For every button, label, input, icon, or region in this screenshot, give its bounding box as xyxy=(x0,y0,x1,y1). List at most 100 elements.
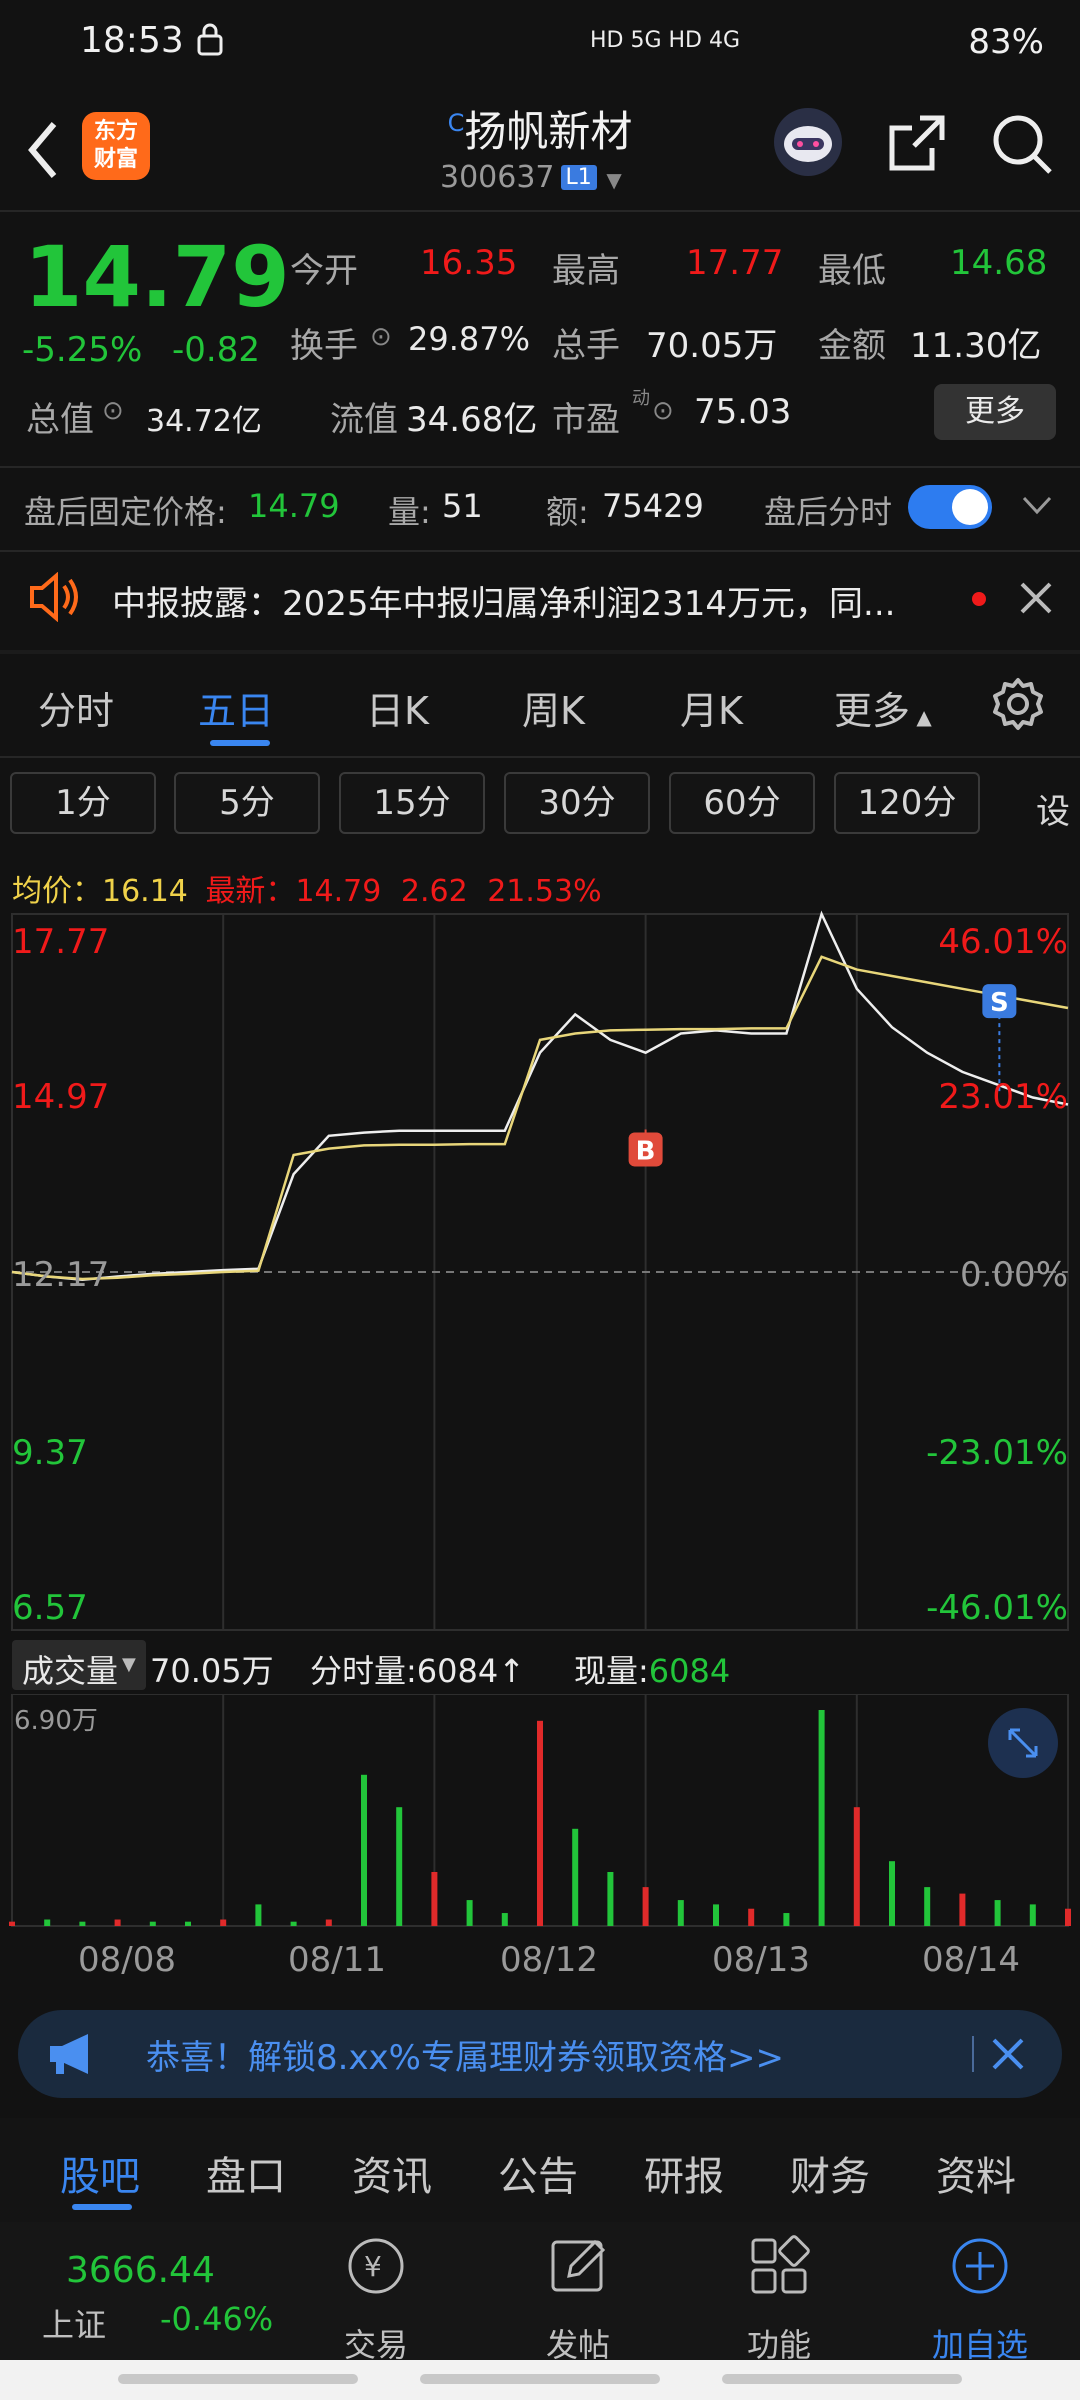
info-icon[interactable]: ⊙ xyxy=(102,396,124,426)
float-label: 流值 xyxy=(330,400,398,440)
open-label: 今开 xyxy=(290,251,358,291)
divider xyxy=(0,756,1080,758)
five-day-price-chart[interactable]: BS xyxy=(0,910,1080,1640)
tab-research[interactable]: 研报 xyxy=(644,2144,724,2202)
x-tick: 08/13 xyxy=(712,1940,810,1980)
active-tab-indicator xyxy=(72,2204,132,2210)
period-5min-button[interactable]: 5分 xyxy=(174,772,320,834)
volume-bar xyxy=(889,1861,895,1926)
period-120min-button[interactable]: 120分 xyxy=(834,772,980,834)
functions-grid-icon[interactable] xyxy=(745,2232,813,2304)
after-hours-price-label: 盘后固定价格: xyxy=(24,493,227,531)
tab-financials[interactable]: 财务 xyxy=(790,2144,870,2202)
period-30min-button[interactable]: 30分 xyxy=(504,772,650,834)
robot-assistant-icon[interactable] xyxy=(770,104,846,184)
mktcap-value: 34.72亿 xyxy=(146,404,262,439)
tab-announcements[interactable]: 公告 xyxy=(498,2144,578,2202)
tab-weekly-k[interactable]: 周K xyxy=(522,680,585,735)
index-name[interactable]: 上证 xyxy=(42,2300,106,2346)
tab-more[interactable]: 更多 ▲ xyxy=(834,680,932,735)
volume-bar xyxy=(290,1921,297,1926)
tab-intraday[interactable]: 分时 xyxy=(38,680,114,735)
stock-code[interactable]: 300637 L1 ▼ xyxy=(440,160,622,195)
period-15min-button[interactable]: 15分 xyxy=(339,772,485,834)
tab-daily-k[interactable]: 日K xyxy=(366,680,429,735)
tick-volume: 分时量:6084↑ xyxy=(310,1652,526,1690)
status-bar: 18:53 HD 5G HD 4G 83% xyxy=(0,0,1080,90)
info-icon[interactable]: ⊙ xyxy=(652,396,674,426)
pe-label: 市盈 xyxy=(552,400,620,440)
pe-superscript: 动 xyxy=(632,388,650,409)
chevron-down-icon: ▼ xyxy=(122,1654,136,1675)
volume-bar xyxy=(924,1887,931,1926)
trade-marker-label: B xyxy=(636,1136,656,1166)
x-tick: 08/08 xyxy=(78,1940,176,1980)
level-badge: L1 xyxy=(560,165,597,190)
post-edit-icon[interactable] xyxy=(545,2232,613,2304)
nav-pill[interactable] xyxy=(118,2374,358,2384)
volume-chart[interactable] xyxy=(0,1694,1080,1934)
volume-bar xyxy=(572,1828,579,1926)
y-left-tick: 14.97 xyxy=(12,1077,110,1117)
tab-profile[interactable]: 资料 xyxy=(936,2144,1016,2202)
fullscreen-icon[interactable] xyxy=(988,1708,1058,1778)
share-icon[interactable] xyxy=(886,112,948,178)
tab-monthly-k[interactable]: 月K xyxy=(680,680,743,735)
network-indicators: HD 5G HD 4G xyxy=(590,28,741,53)
volume-label: 总手 xyxy=(552,326,620,366)
chevron-down-icon[interactable] xyxy=(1020,490,1054,524)
divider xyxy=(0,210,1080,212)
tab-news[interactable]: 资讯 xyxy=(352,2144,432,2202)
volume-bar xyxy=(818,1710,825,1926)
volume-bar xyxy=(325,1919,332,1926)
x-tick: 08/11 xyxy=(288,1940,386,1980)
active-tab-indicator xyxy=(210,740,270,746)
promo-text[interactable]: 恭喜！解锁8.xx%专属理财券领取资格>> xyxy=(146,2030,784,2079)
tab-five-day[interactable]: 五日 xyxy=(198,680,274,735)
nav-pill[interactable] xyxy=(722,2374,962,2384)
stock-marker: C xyxy=(447,109,465,137)
settings-gear-icon[interactable] xyxy=(990,676,1046,736)
nav-pill[interactable] xyxy=(420,2374,660,2384)
volume-indicator-select[interactable]: 成交量 ▼ xyxy=(12,1640,146,1690)
period-60min-button[interactable]: 60分 xyxy=(669,772,815,834)
close-icon[interactable] xyxy=(990,2036,1026,2076)
volume-bar xyxy=(713,1904,719,1926)
volume-bar xyxy=(9,1921,15,1926)
trade-icon[interactable]: ¥ xyxy=(342,2232,410,2304)
volume-bar xyxy=(149,1921,156,1926)
more-button[interactable]: 更多 xyxy=(934,384,1056,440)
close-icon[interactable] xyxy=(1018,580,1054,620)
volume-bar xyxy=(466,1900,473,1926)
tab-forum[interactable]: 股吧 xyxy=(60,2144,140,2202)
x-tick: 08/14 xyxy=(922,1940,1020,1980)
tab-order-book[interactable]: 盘口 xyxy=(206,2144,286,2202)
volume-bar xyxy=(396,1807,403,1926)
info-icon[interactable]: ⊙ xyxy=(370,322,392,352)
y-right-tick: 0.00% xyxy=(959,1255,1068,1295)
period-1min-button[interactable]: 1分 xyxy=(10,772,156,834)
volume-bar xyxy=(607,1872,614,1926)
volume-bar xyxy=(783,1913,790,1926)
turnover-label: 换手 xyxy=(290,326,358,366)
trade-marker-label: S xyxy=(990,988,1009,1018)
after-hours-toggle[interactable] xyxy=(908,485,992,529)
index-value[interactable]: 3666.44 xyxy=(66,2250,215,2291)
divider xyxy=(972,2036,974,2072)
period-settings-button[interactable]: 设 xyxy=(1036,784,1070,833)
divider xyxy=(0,550,1080,552)
chart-info: 均价：16.14 最新：14.79 2.62 21.53% xyxy=(12,874,602,909)
volume-bar xyxy=(501,1913,508,1926)
volume-value: 70.05万 xyxy=(646,326,778,366)
search-icon[interactable] xyxy=(990,112,1054,180)
volume-bar xyxy=(220,1919,227,1926)
add-watchlist-icon[interactable] xyxy=(946,2232,1014,2304)
after-hours-price: 14.79 xyxy=(248,487,340,525)
battery-level: 83% xyxy=(968,22,1044,62)
volume-bar xyxy=(1029,1904,1036,1926)
y-right-tick: -23.01% xyxy=(926,1433,1068,1473)
after-hours-amt-label: 额: xyxy=(546,493,589,531)
y-left-tick: 17.77 xyxy=(12,922,110,962)
notice-text[interactable]: 中报披露：2025年中报归属净利润2314万元，同... xyxy=(112,576,950,625)
turnover-value: 29.87% xyxy=(408,320,531,358)
